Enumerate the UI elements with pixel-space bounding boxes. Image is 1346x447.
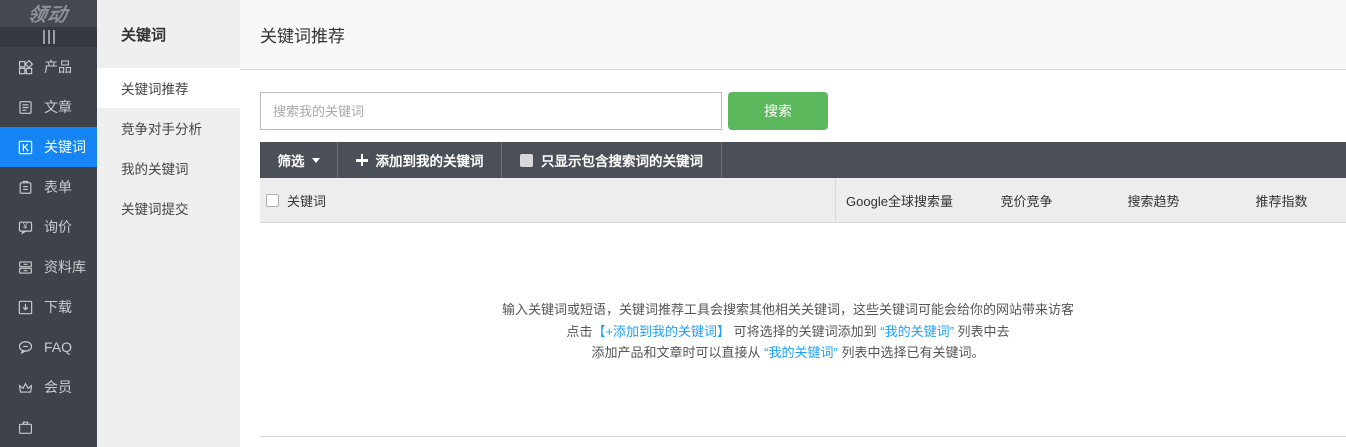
help-highlight-add: 【+添加到我的关键词】 — [592, 324, 730, 339]
keyword-search-input[interactable] — [260, 92, 722, 130]
faq-bubble-icon — [17, 339, 34, 356]
secondary-sidebar: 关键词 关键词推荐 竞争对手分析 我的关键词 关键词提交 — [97, 0, 240, 447]
download-icon — [17, 299, 34, 316]
help-text: 可将选择的关键词添加到 — [730, 324, 880, 339]
title-band: 关键词推荐 — [240, 0, 1346, 70]
sidebar-item-downloads[interactable]: 下载 — [0, 287, 97, 327]
submenu-header: 关键词 — [97, 0, 240, 68]
table-toolbar: 筛选 添加到我的关键词 只显示包含搜索词的关键词 — [260, 142, 1346, 178]
sidebar-item-articles[interactable]: 文章 — [0, 87, 97, 127]
sidebar-item-library[interactable]: 资料库 — [0, 247, 97, 287]
help-text: 列表中去 — [954, 324, 1010, 339]
add-to-my-keywords-button[interactable]: 添加到我的关键词 — [338, 142, 502, 178]
only-search-term-label: 只显示包含搜索词的关键词 — [541, 150, 703, 170]
sidebar-item-label: 资料库 — [44, 257, 86, 277]
submenu-item-competitor-analysis[interactable]: 竞争对手分析 — [97, 108, 240, 148]
search-button[interactable]: 搜索 — [728, 92, 828, 130]
crown-icon — [17, 379, 34, 396]
document-icon — [17, 99, 34, 116]
library-icon — [17, 259, 34, 276]
keyword-k-icon — [17, 139, 34, 156]
logo[interactable]: 领动 — [0, 0, 97, 27]
column-header-google-volume[interactable]: Google全球搜索量 — [836, 191, 963, 210]
page-title: 关键词推荐 — [260, 22, 345, 47]
collapse-icon — [53, 30, 55, 44]
table-header-row: 关键词 Google全球搜索量 竞价竞争 搜索趋势 推荐指数 — [260, 178, 1346, 223]
app-window: 领动 产品 文章 关键词 — [0, 0, 1346, 447]
empty-table-help: 输入关键词或短语，关键词推荐工具会搜索其他相关关键词，这些关键词可能会给你的网站… — [260, 223, 1346, 437]
submenu-item-my-keywords[interactable]: 我的关键词 — [97, 148, 240, 188]
filter-label: 筛选 — [278, 150, 305, 170]
svg-text:¥: ¥ — [23, 221, 28, 230]
collapse-icon — [48, 30, 50, 44]
sidebar-item-label: 表单 — [44, 177, 72, 197]
help-text: 点击 — [566, 324, 592, 339]
only-search-term-toggle[interactable]: 只显示包含搜索词的关键词 — [502, 142, 722, 178]
sidebar-item-label: 会员 — [44, 377, 72, 397]
grid-icon — [17, 59, 34, 76]
sidebar-item-faq[interactable]: FAQ — [0, 327, 97, 367]
sidebar-item-forms[interactable]: 表单 — [0, 167, 97, 207]
sidebar-item-inquiry[interactable]: ¥ 询价 — [0, 207, 97, 247]
help-text: 列表中选择已有关键词。 — [838, 345, 985, 360]
help-line-2: 点击【+添加到我的关键词】 可将选择的关键词添加到 “我的关键词” 列表中去 — [260, 321, 1316, 343]
collapse-icon — [43, 30, 45, 44]
chevron-down-icon — [312, 158, 320, 163]
briefcase-icon — [17, 419, 34, 436]
only-search-term-checkbox[interactable] — [520, 154, 533, 167]
column-header-keyword[interactable]: 关键词 — [260, 178, 836, 222]
primary-sidebar: 领动 产品 文章 关键词 — [0, 0, 97, 447]
filter-dropdown-button[interactable]: 筛选 — [260, 142, 338, 178]
sidebar-item-label: 关键词 — [44, 137, 86, 157]
sidebar-item-partial[interactable] — [0, 407, 97, 447]
column-header-recommend-index[interactable]: 推荐指数 — [1217, 191, 1346, 210]
sidebar-item-members[interactable]: 会员 — [0, 367, 97, 407]
sidebar-item-label: 下载 — [44, 297, 72, 317]
submenu-item-keyword-suggest[interactable]: 关键词推荐 — [97, 68, 240, 108]
submenu-item-keyword-submit[interactable]: 关键词提交 — [97, 188, 240, 228]
logo-text: 领动 — [26, 0, 71, 27]
help-highlight-my-keywords: “我的关键词” — [880, 324, 954, 339]
search-row: 搜索 — [260, 92, 1346, 130]
clipboard-icon — [17, 179, 34, 196]
help-highlight-my-keywords: “我的关键词” — [764, 345, 838, 360]
sidebar-item-label: FAQ — [44, 339, 72, 355]
plus-icon — [356, 154, 368, 166]
sidebar-item-products[interactable]: 产品 — [0, 47, 97, 87]
select-all-checkbox[interactable] — [266, 194, 279, 207]
inquiry-bubble-icon: ¥ — [17, 219, 34, 236]
sidebar-item-keywords[interactable]: 关键词 — [0, 127, 97, 167]
help-text: 添加产品和文章时可以直接从 — [592, 345, 765, 360]
main-area: 关键词推荐 搜索 筛选 添加到我的关键词 只显示包含搜索词的关键词 — [240, 0, 1346, 447]
content: 搜索 筛选 添加到我的关键词 只显示包含搜索词的关键词 — [240, 70, 1346, 447]
add-label: 添加到我的关键词 — [376, 150, 484, 170]
column-label: 关键词 — [287, 191, 326, 210]
column-header-search-trend[interactable]: 搜索趋势 — [1090, 191, 1217, 210]
sidebar-item-label: 文章 — [44, 97, 72, 117]
help-line-3: 添加产品和文章时可以直接从 “我的关键词” 列表中选择已有关键词。 — [260, 342, 1316, 364]
help-line-1: 输入关键词或短语，关键词推荐工具会搜索其他相关关键词，这些关键词可能会给你的网站… — [260, 299, 1316, 321]
column-header-bid-competition[interactable]: 竞价竞争 — [963, 191, 1090, 210]
sidebar-item-label: 询价 — [44, 217, 72, 237]
sidebar-item-label: 产品 — [44, 57, 72, 77]
sidebar-collapse-toggle[interactable] — [0, 27, 97, 47]
